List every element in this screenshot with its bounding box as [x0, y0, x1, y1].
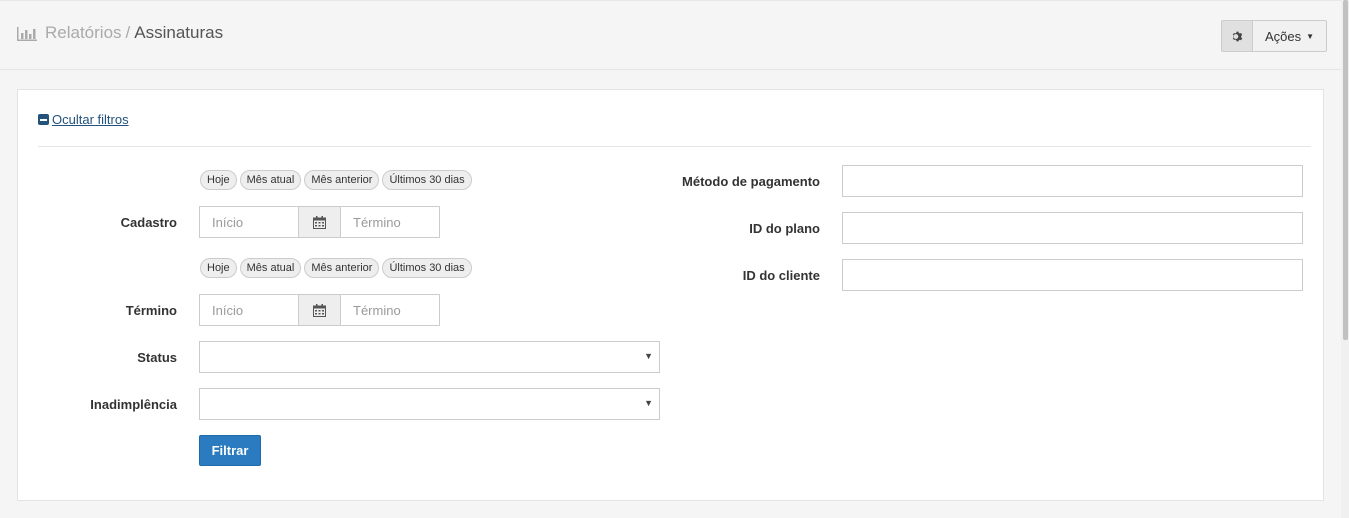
inadimplencia-select[interactable]: ▼ [199, 388, 660, 420]
cadastro-quick-today[interactable]: Hoje [200, 170, 237, 190]
metodo-pagamento-label: Método de pagamento [682, 174, 820, 189]
caret-down-icon: ▼ [1306, 31, 1315, 41]
minus-square-icon [38, 114, 49, 125]
page-title: Assinaturas [134, 23, 224, 42]
status-label: Status [137, 350, 177, 365]
id-cliente-input[interactable] [842, 259, 1303, 291]
bar-chart-icon [17, 26, 37, 41]
breadcrumb-parent[interactable]: Relatórios [45, 23, 122, 43]
id-plano-input[interactable] [842, 212, 1303, 244]
termino-date-range: Início Término [199, 294, 440, 326]
calendar-icon[interactable] [299, 206, 340, 238]
caret-down-icon: ▼ [644, 398, 653, 408]
caret-down-icon: ▼ [644, 351, 653, 361]
termino-quick-ranges: Hoje Mês atual Mês anterior Últimos 30 d… [200, 258, 472, 278]
metodo-pagamento-input[interactable] [842, 165, 1303, 197]
id-plano-label: ID do plano [749, 221, 820, 236]
actions-button-group: Ações ▼ [1221, 20, 1328, 52]
toggle-filters-link[interactable]: Ocultar filtros [38, 112, 129, 127]
cadastro-start-input[interactable]: Início [199, 206, 299, 238]
breadcrumb-separator: / [125, 23, 131, 42]
termino-quick-current-month[interactable]: Mês atual [239, 258, 302, 278]
filter-button[interactable]: Filtrar [199, 435, 261, 466]
page-header: Relatórios / Assinaturas Ações ▼ [0, 0, 1341, 70]
termino-quick-last-30-days[interactable]: Últimos 30 dias [382, 258, 472, 278]
cadastro-quick-last-30-days[interactable]: Últimos 30 dias [382, 170, 472, 190]
filters-panel: Ocultar filtros Hoje Mês atual Mês anter… [17, 89, 1324, 501]
actions-dropdown-button[interactable]: Ações ▼ [1253, 21, 1326, 51]
cadastro-label: Cadastro [120, 215, 177, 230]
inadimplencia-label: Inadimplência [90, 397, 177, 412]
status-select[interactable]: ▼ [199, 341, 660, 373]
gear-icon[interactable] [1222, 21, 1253, 51]
cadastro-quick-current-month[interactable]: Mês atual [239, 170, 302, 190]
divider [38, 146, 1311, 147]
cadastro-quick-previous-month[interactable]: Mês anterior [304, 170, 380, 190]
termino-quick-today[interactable]: Hoje [200, 258, 237, 278]
termino-end-input[interactable]: Término [340, 294, 440, 326]
id-cliente-label: ID do cliente [742, 268, 820, 283]
breadcrumb: Relatórios / Assinaturas [17, 23, 223, 43]
termino-start-input[interactable]: Início [199, 294, 299, 326]
cadastro-date-range: Início Término [199, 206, 440, 238]
toggle-filters-label: Ocultar filtros [52, 112, 129, 127]
termino-label: Término [125, 303, 177, 318]
cadastro-end-input[interactable]: Término [340, 206, 440, 238]
calendar-icon[interactable] [299, 294, 340, 326]
termino-quick-previous-month[interactable]: Mês anterior [304, 258, 380, 278]
cadastro-quick-ranges: Hoje Mês atual Mês anterior Últimos 30 d… [200, 170, 472, 190]
scrollbar-thumb[interactable] [1343, 0, 1348, 340]
actions-label: Ações [1265, 28, 1302, 44]
